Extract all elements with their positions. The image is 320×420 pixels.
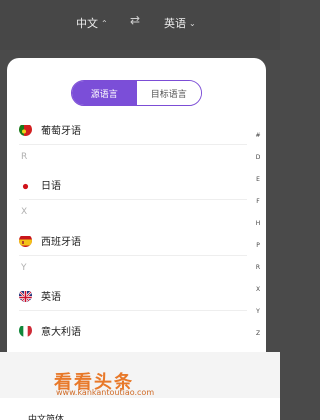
index-letter[interactable]: Y [253,308,263,315]
divider [19,199,247,200]
divider [19,144,247,145]
index-letter[interactable]: R [253,264,263,271]
uk-flag-icon [19,289,32,302]
italy-flag-icon [19,324,32,337]
tab-source-language[interactable]: 源语言 [72,81,137,105]
language-name: 英语 [41,291,61,303]
target-language-label: 英语 [164,17,186,30]
spain-flag-icon [19,234,32,247]
tab-target-language[interactable]: 目标语言 [136,81,201,105]
section-letter-y: Y [21,263,27,273]
language-item-spanish[interactable]: 西班牙语 [19,230,244,250]
index-letter[interactable]: H [253,220,263,227]
index-letter[interactable]: Z [253,330,263,337]
partial-language-item[interactable]: 中文简体 [28,412,64,420]
language-item-italian[interactable]: 意大利语 [19,320,244,340]
portugal-flag-icon [19,123,32,136]
source-language-selector[interactable]: 中文 ⌃ [76,15,108,31]
source-language-label: 中文 [76,17,98,30]
divider [19,255,247,256]
chevron-up-icon: ⌃ [101,18,108,28]
language-item-portuguese[interactable]: 葡萄牙语 [19,119,244,139]
chevron-down-icon: ⌄ [189,18,196,28]
language-picker-sheet: 源语言 目标语言 葡萄牙语 R 日语 X 西班牙语 Y 英语 意大利语 # D … [7,58,266,352]
swap-languages-icon[interactable]: ⇄ [130,13,140,27]
language-name: 葡萄牙语 [41,125,81,137]
language-name: 意大利语 [41,326,81,338]
index-letter[interactable]: F [253,198,263,205]
index-letter[interactable]: # [253,132,263,139]
language-name: 日语 [41,180,61,192]
index-letter[interactable]: P [253,242,263,249]
divider [19,310,247,311]
language-item-japanese[interactable]: 日语 [19,174,244,194]
target-language-selector[interactable]: 英语 ⌄ [164,15,196,31]
index-letter[interactable]: E [253,176,263,183]
section-letter-r: R [21,152,28,162]
index-letter[interactable]: X [253,286,263,293]
language-item-english[interactable]: 英语 [19,285,244,305]
section-letter-x: X [21,207,28,217]
index-letter[interactable]: D [253,154,263,161]
language-name: 西班牙语 [41,236,81,248]
japan-flag-icon [19,177,32,191]
top-bar: 中文 ⌃ ⇄ 英语 ⌄ [0,0,280,50]
language-role-segmented-control: 源语言 目标语言 [71,80,202,106]
watermark-url: www.kankantoutiao.com [56,388,155,397]
